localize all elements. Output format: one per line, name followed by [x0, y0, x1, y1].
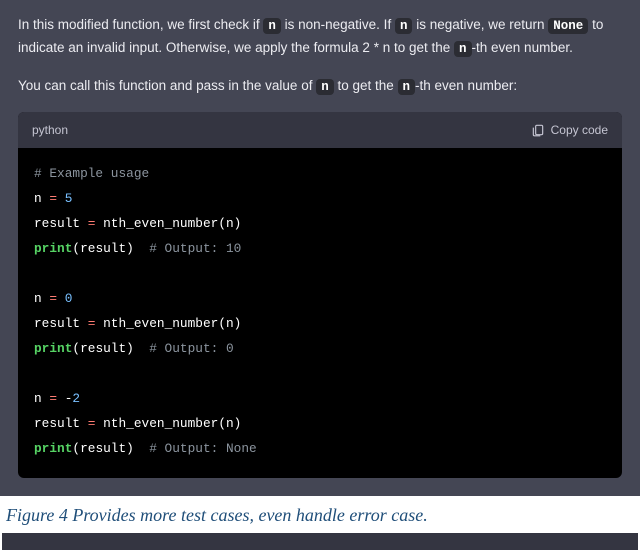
- code-token: 2: [72, 391, 80, 406]
- explanation-paragraph-2: You can call this function and pass in t…: [18, 75, 622, 98]
- code-token: result: [34, 316, 88, 331]
- code-token: n: [34, 191, 49, 206]
- clipboard-icon: [531, 123, 545, 137]
- code-token: result: [34, 416, 88, 431]
- inline-code-n: n: [316, 79, 334, 95]
- code-language-label: python: [32, 120, 68, 140]
- inline-code-n: n: [395, 18, 413, 34]
- text: is negative, we return: [412, 17, 548, 32]
- code-comment: # Output: 10: [134, 241, 242, 256]
- inline-code-n: n: [263, 18, 281, 34]
- code-token: -: [57, 391, 72, 406]
- text: to get the: [334, 78, 398, 93]
- code-token: n: [34, 291, 49, 306]
- code-token: =: [49, 291, 57, 306]
- text: In this modified function, we first chec…: [18, 17, 263, 32]
- assistant-message: In this modified function, we first chec…: [0, 0, 640, 496]
- code-token: 0: [57, 291, 72, 306]
- text: -th even number:: [415, 78, 517, 93]
- explanation-paragraph-1: In this modified function, we first chec…: [18, 14, 622, 61]
- inline-code-n: n: [398, 79, 416, 95]
- code-comment: # Output: 0: [134, 341, 234, 356]
- code-token: (result): [72, 241, 133, 256]
- code-token: =: [49, 391, 57, 406]
- code-token: nth_even_number(n): [95, 316, 241, 331]
- code-token: =: [49, 191, 57, 206]
- code-token: print: [34, 241, 72, 256]
- code-comment: # Example usage: [34, 166, 149, 181]
- code-token: n: [34, 391, 49, 406]
- code-token: 5: [57, 191, 72, 206]
- code-token: (result): [72, 341, 133, 356]
- code-token: nth_even_number(n): [95, 416, 241, 431]
- figure-caption: Figure 4 Provides more test cases, even …: [0, 496, 640, 533]
- text: You can call this function and pass in t…: [18, 78, 316, 93]
- inline-code-n: n: [454, 41, 472, 57]
- code-token: (result): [72, 441, 133, 456]
- code-token: print: [34, 341, 72, 356]
- code-block: python Copy code # Example usage n = 5 r…: [18, 112, 622, 478]
- code-comment: # Output: None: [134, 441, 257, 456]
- next-block-strip: [2, 533, 638, 550]
- text: is non-negative. If: [281, 17, 395, 32]
- copy-code-button[interactable]: Copy code: [531, 120, 608, 140]
- code-content: # Example usage n = 5 result = nth_even_…: [18, 148, 622, 477]
- code-header: python Copy code: [18, 112, 622, 148]
- code-token: result: [34, 216, 88, 231]
- copy-code-label: Copy code: [551, 120, 608, 140]
- code-token: nth_even_number(n): [95, 216, 241, 231]
- code-token: print: [34, 441, 72, 456]
- inline-code-none: None: [548, 18, 588, 34]
- text: -th even number.: [472, 40, 573, 55]
